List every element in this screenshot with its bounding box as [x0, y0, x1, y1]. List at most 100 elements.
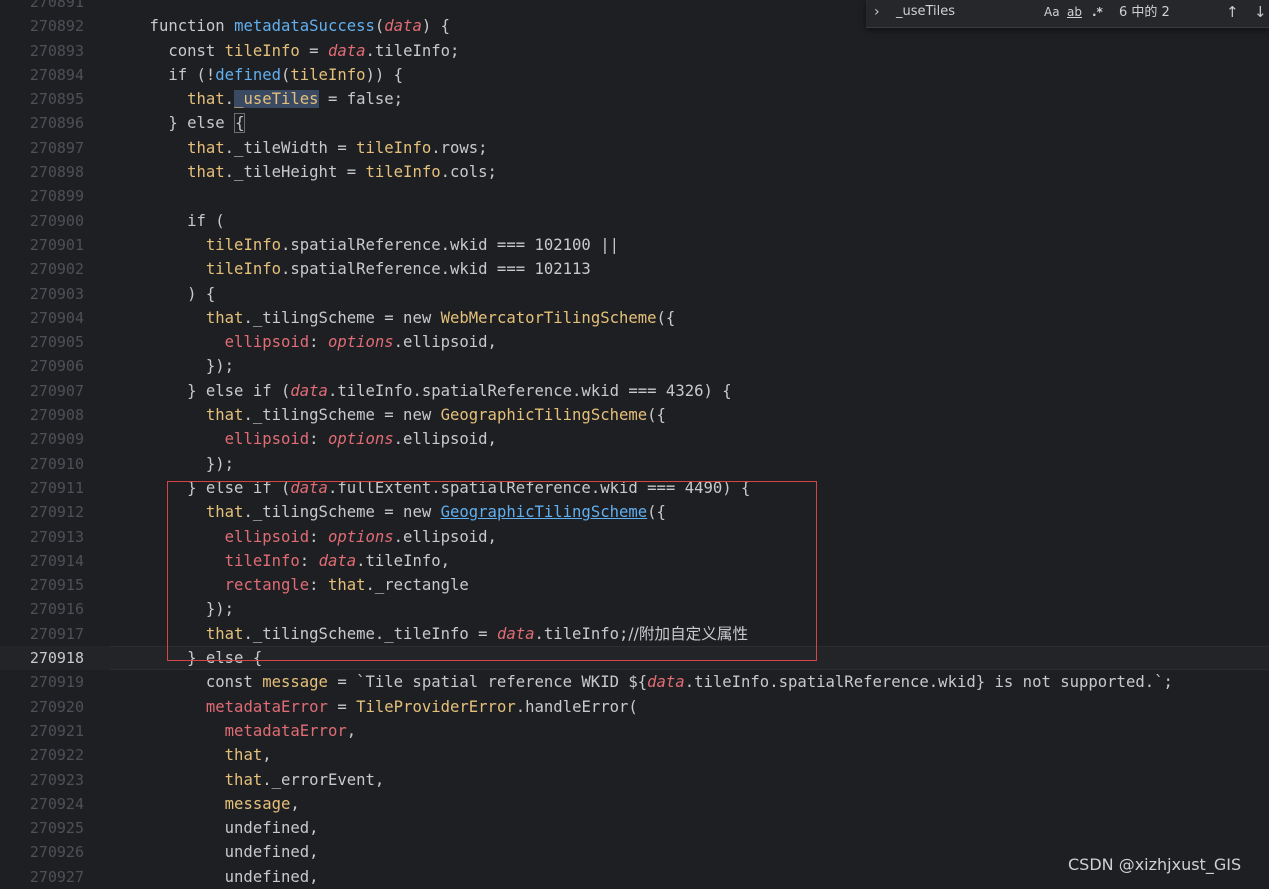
code-token: data — [318, 551, 357, 570]
code-line[interactable]: 270894 if (!defined(tileInfo)) { — [0, 63, 1269, 87]
code-line[interactable]: 270905 ellipsoid: options.ellipsoid, — [0, 330, 1269, 354]
code-text: const message = `Tile spatial reference … — [112, 670, 1173, 694]
code-token: ._tilingScheme = new — [243, 406, 441, 425]
code-token: message — [224, 794, 291, 813]
code-line[interactable]: 270908 that._tilingScheme = new Geograph… — [0, 403, 1269, 427]
code-token: ._tilingScheme._tileInfo = — [243, 624, 497, 643]
code-line[interactable]: 270913 ellipsoid: options.ellipsoid, — [0, 525, 1269, 549]
code-editor[interactable]: 270891 270892 function metadataSuccess(da… — [0, 0, 1269, 889]
code-token: : — [299, 551, 319, 570]
code-token: ({ — [656, 308, 676, 327]
code-token: tileInfo — [290, 65, 366, 84]
code-line[interactable]: 270899 — [0, 184, 1269, 208]
arrow-up-icon[interactable]: ↑ — [1226, 1, 1239, 23]
code-token: metadataError — [224, 721, 347, 740]
code-token: defined — [215, 65, 281, 84]
code-line[interactable]: 270906 }); — [0, 354, 1269, 378]
code-text: if ( — [112, 209, 225, 233]
code-text: tileInfo.spatialReference.wkid === 10211… — [112, 257, 591, 281]
code-line[interactable]: 270921 metadataError, — [0, 719, 1269, 743]
code-token: that — [205, 406, 244, 425]
code-line[interactable]: 270898 that._tileHeight = tileInfo.cols; — [0, 160, 1269, 184]
code-token: that — [205, 503, 244, 522]
code-token: tileInfo — [356, 138, 432, 157]
code-line[interactable]: 270915 rectangle: that._rectangle — [0, 573, 1269, 597]
line-number: 270891 — [29, 0, 84, 11]
code-text: undefined, — [112, 865, 319, 889]
chevron-right-icon[interactable]: › — [874, 3, 886, 21]
code-line[interactable]: 270902 tileInfo.spatialReference.wkid ==… — [0, 257, 1269, 281]
code-line[interactable]: 270918 } else { — [0, 646, 1269, 671]
code-line[interactable]: 270924 message, — [0, 792, 1269, 816]
code-line[interactable]: 270923 that._errorEvent, — [0, 768, 1269, 792]
code-token: ({ — [647, 503, 666, 522]
line-number: 270901 — [29, 235, 84, 254]
code-line[interactable]: 270914 tileInfo: data.tileInfo, — [0, 549, 1269, 573]
code-line[interactable]: 270896 } else { — [0, 111, 1269, 135]
line-number: 270914 — [29, 551, 84, 570]
code-line[interactable]: 270907 } else if (data.tileInfo.spatialR… — [0, 379, 1269, 403]
code-line[interactable]: 270904 that._tilingScheme = new WebMerca… — [0, 306, 1269, 330]
code-text: ) { — [112, 282, 215, 306]
code-token: = — [327, 697, 357, 716]
match-case-icon[interactable]: Aa — [1044, 3, 1060, 21]
code-token: : — [309, 527, 328, 546]
code-line[interactable]: 270909 ellipsoid: options.ellipsoid, — [0, 427, 1269, 451]
code-token: .rows; — [431, 138, 488, 157]
code-line[interactable]: 270916 }); — [0, 597, 1269, 621]
code-token: TileProviderError — [356, 697, 516, 716]
code-token[interactable]: GeographicTilingScheme — [441, 503, 648, 521]
code-token: } else — [112, 114, 235, 133]
code-token: ._tileWidth = — [224, 138, 357, 157]
code-token: tileInfo — [205, 235, 281, 254]
code-line[interactable]: 270925 undefined, — [0, 816, 1269, 840]
code-line[interactable]: 270922 that, — [0, 743, 1269, 767]
code-token: = false; — [318, 90, 404, 109]
code-token: _useTiles — [234, 90, 319, 109]
code-line[interactable]: 270900 if ( — [0, 209, 1269, 233]
code-line[interactable]: 270912 that._tilingScheme = new Geograph… — [0, 500, 1269, 524]
code-line[interactable]: 270897 that._tileWidth = tileInfo.rows; — [0, 136, 1269, 160]
arrow-down-icon[interactable]: ↓ — [1254, 1, 1267, 23]
code-line[interactable]: 270893 const tileInfo = data.tileInfo; — [0, 39, 1269, 63]
line-number: 270905 — [29, 333, 84, 352]
line-number: 270920 — [29, 697, 84, 716]
code-token: ellipsoid — [224, 333, 310, 352]
code-token: that — [224, 746, 263, 765]
code-token: { — [234, 113, 246, 134]
code-token: tileInfo — [205, 260, 281, 279]
code-line[interactable]: 270895 that._useTiles = false; — [0, 87, 1269, 111]
code-line[interactable]: 270917 that._tilingScheme._tileInfo = da… — [0, 622, 1269, 646]
whole-word-icon[interactable]: ab — [1067, 3, 1082, 21]
code-line[interactable]: 270919 const message = `Tile spatial ref… — [0, 670, 1269, 694]
code-text: undefined, — [112, 816, 319, 840]
code-token: WebMercatorTilingScheme — [440, 308, 657, 327]
line-number: 270921 — [29, 721, 84, 740]
watermark: CSDN @xizhjxust_GIS — [1068, 855, 1242, 874]
code-token: } else if ( — [112, 381, 291, 400]
code-token: }); — [112, 454, 235, 473]
code-token: ( — [281, 65, 291, 84]
code-text: rectangle: that._rectangle — [112, 573, 469, 597]
code-line[interactable]: 270910 }); — [0, 452, 1269, 476]
code-line[interactable]: 270903 ) { — [0, 282, 1269, 306]
line-number: 270898 — [29, 163, 84, 182]
code-token: : — [309, 576, 328, 595]
code-token: )) { — [365, 65, 404, 84]
code-token: that — [205, 308, 244, 327]
code-line[interactable]: 270901 tileInfo.spatialReference.wkid ==… — [0, 233, 1269, 257]
code-line[interactable]: 270920 metadataError = TileProviderError… — [0, 695, 1269, 719]
code-token: data — [496, 624, 535, 643]
code-text: }); — [112, 354, 234, 378]
code-token: that — [205, 624, 244, 643]
code-line[interactable]: 270911 } else if (data.fullExtent.spatia… — [0, 476, 1269, 500]
find-input[interactable]: _useTiles — [896, 0, 1046, 24]
code-text: }); — [112, 597, 234, 621]
line-number: 270922 — [29, 746, 84, 765]
code-text: } else { — [112, 646, 262, 670]
regex-icon[interactable]: .* — [1092, 3, 1103, 21]
code-token: ) { — [421, 17, 451, 36]
